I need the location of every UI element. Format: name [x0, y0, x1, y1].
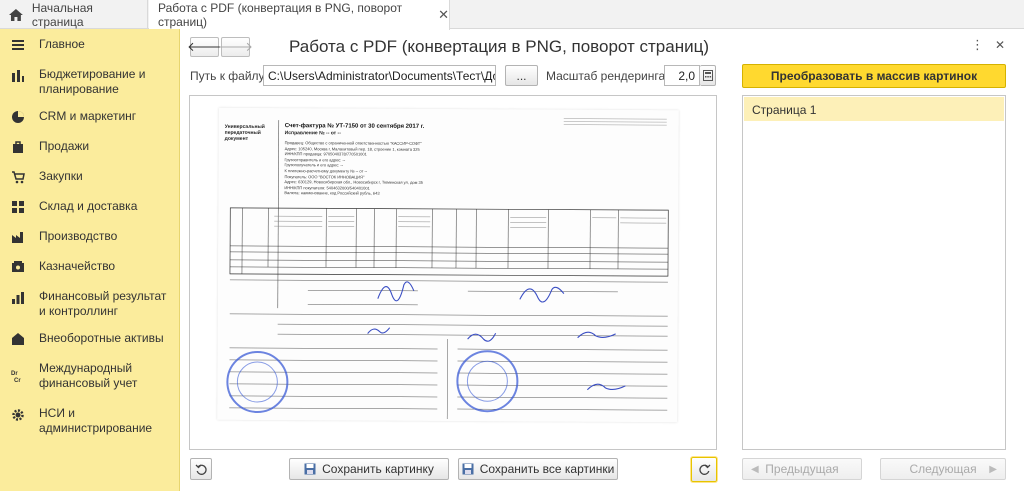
factory-icon	[12, 232, 23, 243]
tab-close-icon[interactable]: ✕	[438, 7, 449, 23]
sidebar-item-label: Финансовый результат и контроллинг	[39, 289, 167, 318]
sidebar-item-ifrs[interactable]: Dr Cr Международный финансовый учет	[0, 361, 180, 409]
image-preview: Универсальный передаточный документ Счет…	[189, 95, 717, 450]
sidebar-item-budgeting[interactable]: Бюджетирование и планирование	[0, 67, 180, 99]
pie-chart-icon	[12, 111, 24, 123]
arrow-right-icon: ▶	[989, 463, 997, 475]
sidebar-item-production[interactable]: Производство	[0, 229, 180, 245]
sidebar-item-label: Главное	[39, 37, 85, 51]
rotate-left-icon	[195, 464, 207, 475]
assets-icon	[12, 333, 24, 345]
svg-text:Cr: Cr	[14, 378, 21, 383]
previous-page-button[interactable]: ◀ Предыдущая	[742, 458, 862, 480]
page-list: Страница 1	[742, 95, 1006, 450]
floppy-icon	[462, 463, 474, 475]
sidebar-item-main[interactable]: Главное	[0, 37, 180, 53]
save-all-images-label: Сохранить все картинки	[479, 462, 615, 476]
sidebar-item-label: Склад и доставка	[39, 199, 138, 213]
menu-icon	[12, 40, 24, 50]
path-input[interactable]: C:\Users\Administrator\Documents\Тест\До…	[263, 65, 496, 86]
scale-label: Масштаб рендеринга:	[546, 69, 669, 83]
floppy-icon	[304, 463, 316, 475]
scale-input[interactable]: 2,0	[664, 65, 700, 86]
next-page-button[interactable]: Следующая ▶	[880, 458, 1006, 480]
bag-icon	[13, 141, 23, 153]
save-image-label: Сохранить картинку	[322, 462, 434, 476]
document-body-graphics	[226, 118, 669, 419]
svg-text:Dr: Dr	[11, 371, 18, 377]
sidebar-item-admin[interactable]: НСИ и администрирование	[0, 406, 180, 438]
arrow-left-icon: ◀	[751, 463, 759, 475]
page-title: Работа с PDF (конвертация в PNG, поворот…	[289, 37, 710, 56]
sidebar-item-warehouse[interactable]: Склад и доставка	[0, 199, 180, 215]
treasury-icon	[12, 261, 24, 272]
arrow-right-icon: 🡒	[218, 39, 253, 54]
browse-button[interactable]: ...	[505, 65, 538, 86]
home-icon	[8, 8, 23, 21]
list-item[interactable]: Страница 1	[744, 97, 1004, 121]
previous-page-label: Предыдущая	[765, 462, 839, 476]
calculator-icon	[702, 70, 713, 81]
tab-home[interactable]: Начальная страница	[0, 0, 148, 29]
sidebar-item-crm[interactable]: CRM и маркетинг	[0, 109, 180, 125]
bar-chart-icon	[12, 292, 24, 304]
calculator-button[interactable]	[700, 65, 716, 86]
sidebar-item-label: Продажи	[39, 139, 90, 153]
convert-button[interactable]: Преобразовать в массив картинок	[742, 64, 1006, 88]
gear-icon	[12, 409, 24, 421]
rotate-left-button[interactable]	[190, 458, 212, 480]
tab-pdf-work-label: Работа с PDF (конвертация в PNG, поворот…	[158, 1, 403, 29]
sidebar-item-label: Международный финансовый учет	[39, 361, 138, 390]
close-icon[interactable]: ✕	[995, 38, 1005, 52]
back-button[interactable]: 🡐	[187, 37, 222, 57]
sidebar-item-financial-result[interactable]: Финансовый результат и контроллинг	[0, 289, 180, 321]
more-icon[interactable]: ⋮	[971, 37, 984, 53]
sidebar-item-label: НСИ и администрирование	[39, 406, 153, 435]
sidebar-item-label: Внеоборотные активы	[39, 331, 164, 345]
save-all-images-button[interactable]: Сохранить все картинки	[458, 458, 618, 480]
sidebar-item-fixed-assets[interactable]: Внеоборотные активы	[0, 331, 180, 347]
sidebar: Главное Бюджетирование и планирование CR…	[0, 29, 180, 491]
sidebar-item-treasury[interactable]: Казначейство	[0, 259, 180, 275]
sidebar-item-sales[interactable]: Продажи	[0, 139, 180, 155]
sidebar-item-label: Производство	[39, 229, 118, 243]
tab-bar: Начальная страница Работа с PDF (конверт…	[0, 0, 1024, 30]
cart-icon	[12, 171, 25, 184]
sidebar-item-label: Казначейство	[39, 259, 116, 273]
sidebar-item-label: Закупки	[39, 169, 83, 183]
dr-cr-icon: DrCr	[11, 371, 21, 383]
path-label: Путь к файлу:	[190, 69, 268, 83]
tab-pdf-work[interactable]: Работа с PDF (конвертация в PNG, поворот…	[149, 0, 450, 30]
next-page-label: Следующая	[909, 462, 977, 476]
rotate-right-icon	[698, 464, 710, 475]
scanned-document: Универсальный передаточный документ Счет…	[217, 107, 679, 423]
sidebar-item-purchases[interactable]: Закупки	[0, 169, 180, 185]
arrow-left-icon: 🡐	[187, 39, 222, 54]
tab-home-label: Начальная страница	[31, 0, 93, 29]
sidebar-item-label: CRM и маркетинг	[39, 109, 137, 123]
budget-icon	[12, 70, 24, 82]
sidebar-item-label: Бюджетирование и планирование	[39, 67, 146, 96]
save-image-button[interactable]: Сохранить картинку	[289, 458, 449, 480]
rotate-right-button[interactable]	[691, 457, 717, 482]
warehouse-icon	[12, 201, 24, 213]
forward-button[interactable]: 🡒	[218, 37, 253, 57]
